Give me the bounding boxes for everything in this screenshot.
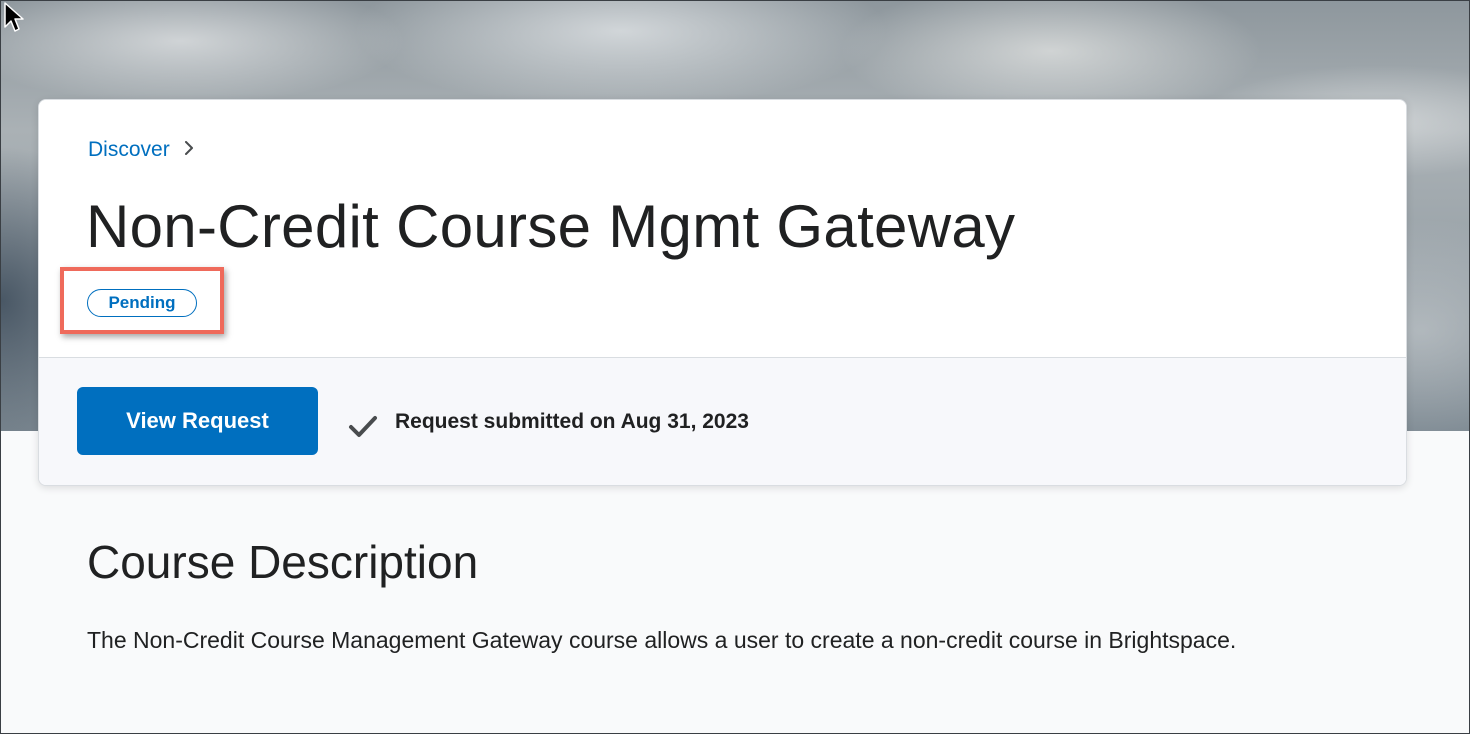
course-description-text: The Non-Credit Course Management Gateway… xyxy=(87,627,1237,653)
view-request-button[interactable]: View Request xyxy=(77,387,318,455)
check-icon xyxy=(347,410,379,442)
breadcrumb-link-discover[interactable]: Discover xyxy=(88,138,170,162)
breadcrumb: Discover xyxy=(88,138,194,162)
page-frame: Discover Non-Credit Course Mgmt Gateway … xyxy=(0,0,1470,734)
request-status: Request submitted on Aug 31, 2023 xyxy=(347,406,749,438)
request-status-text: Request submitted on Aug 31, 2023 xyxy=(395,410,749,433)
card-action-section: View Request Request submitted on Aug 31… xyxy=(39,358,1406,485)
course-description-heading: Course Description xyxy=(87,536,479,588)
course-header-card: Discover Non-Credit Course Mgmt Gateway … xyxy=(38,99,1407,486)
page-title: Non-Credit Course Mgmt Gateway xyxy=(86,193,1016,260)
chevron-right-icon xyxy=(184,139,194,160)
card-header-section: Discover Non-Credit Course Mgmt Gateway … xyxy=(39,100,1406,358)
status-badge: Pending xyxy=(87,289,197,317)
mouse-cursor-icon xyxy=(3,1,27,33)
